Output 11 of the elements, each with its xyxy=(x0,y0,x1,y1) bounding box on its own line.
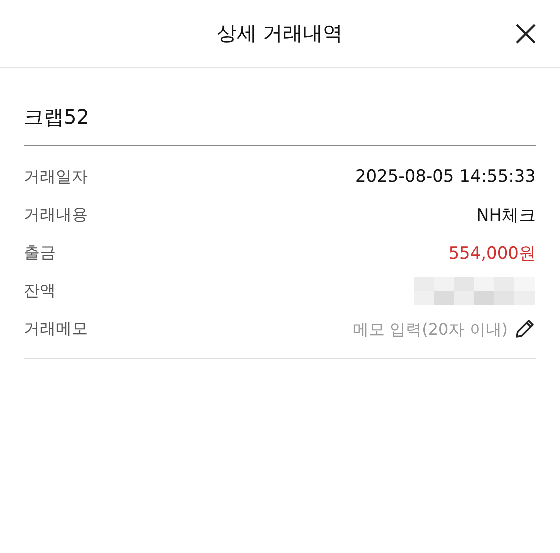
pencil-icon[interactable] xyxy=(514,318,536,340)
detail-value: 2025-08-05 14:55:33 xyxy=(355,167,536,187)
detail-label: 거래일자 xyxy=(24,166,88,188)
detail-label: 거래내용 xyxy=(24,204,88,226)
detail-label: 잔액 xyxy=(24,280,56,302)
detail-value: NH체크 xyxy=(476,204,536,226)
merchant-name: 크랩52 xyxy=(24,68,536,146)
withdrawal-amount: 554,000원 xyxy=(448,242,536,264)
dialog-title: 상세 거래내역 xyxy=(216,20,344,47)
detail-label: 출금 xyxy=(24,242,56,264)
detail-label: 거래메모 xyxy=(24,318,88,340)
